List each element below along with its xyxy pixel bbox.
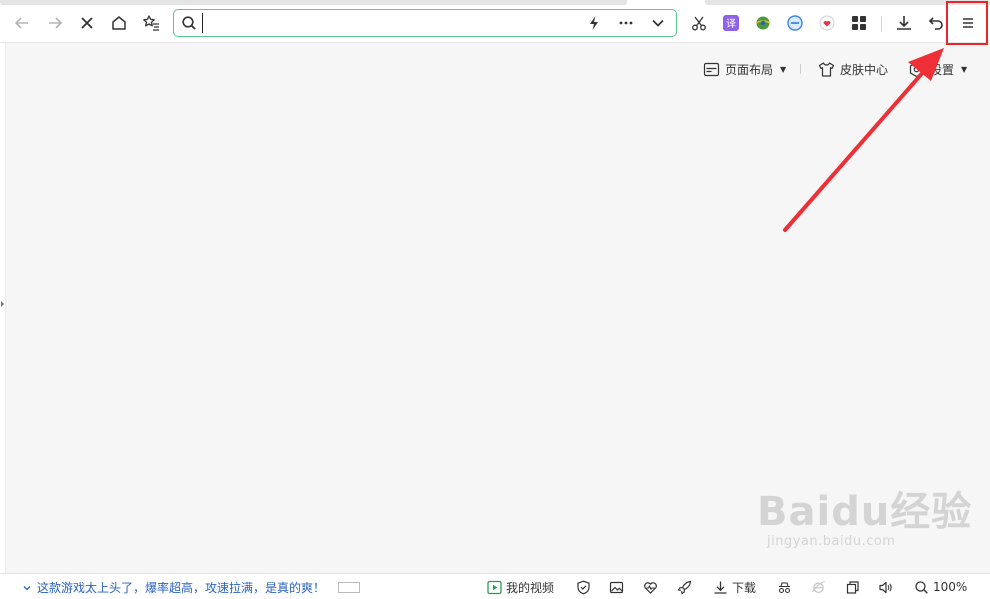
skin-center-link[interactable]: 皮肤中心 bbox=[818, 58, 888, 80]
health-button[interactable] bbox=[643, 578, 658, 596]
news-text[interactable]: 这款游戏太上头了，爆率超高，攻速拉满，是真的爽！ bbox=[37, 579, 325, 596]
security-button[interactable] bbox=[576, 578, 591, 596]
browser-toolbar: 译 bbox=[0, 5, 990, 43]
page-layout-menu[interactable]: 页面布局 ▼ bbox=[703, 58, 786, 80]
apps-button[interactable] bbox=[845, 9, 873, 37]
settings-label: 设置 bbox=[930, 62, 955, 77]
download-button[interactable] bbox=[890, 9, 918, 37]
heartbeat-icon bbox=[644, 581, 657, 594]
address-bar[interactable] bbox=[173, 9, 677, 37]
shield-icon bbox=[577, 580, 590, 594]
zoom-label: 100% bbox=[933, 580, 968, 594]
incognito-button[interactable] bbox=[777, 578, 792, 596]
main-menu-button[interactable] bbox=[954, 9, 982, 37]
back-arrow-icon bbox=[14, 17, 28, 29]
skin-label: 皮肤中心 bbox=[840, 62, 889, 77]
watermark-logo: Baidu经验 bbox=[757, 489, 973, 535]
zoom-icon bbox=[915, 580, 928, 594]
download-icon bbox=[897, 16, 911, 30]
tshirt-icon bbox=[818, 61, 835, 77]
search-icon bbox=[182, 16, 196, 30]
star-list-icon bbox=[143, 15, 159, 31]
more-dots-icon[interactable] bbox=[618, 15, 634, 31]
extension-button[interactable] bbox=[749, 9, 777, 37]
ie-logo-icon bbox=[812, 580, 825, 593]
watermark-url: jingyan.baidu.com bbox=[767, 534, 896, 549]
screenshot-button[interactable] bbox=[685, 9, 713, 37]
forward-arrow-icon bbox=[49, 17, 63, 29]
download-manager-button[interactable]: 下载 bbox=[713, 578, 756, 596]
news-ticker[interactable]: 这款游戏太上头了，爆率超高，攻速拉满，是真的爽！ bbox=[22, 579, 361, 596]
toolbar-divider bbox=[881, 16, 882, 32]
grid-icon bbox=[852, 16, 866, 30]
forward-button[interactable] bbox=[41, 9, 69, 37]
image-button[interactable] bbox=[609, 578, 624, 596]
layout-icon bbox=[703, 62, 720, 76]
incognito-glasses-icon bbox=[778, 581, 791, 593]
address-input[interactable] bbox=[202, 13, 582, 33]
hamburger-menu-icon bbox=[963, 18, 973, 28]
home-icon bbox=[112, 16, 126, 30]
image-icon bbox=[609, 581, 624, 593]
baidu-watermark: Baidu经验 jingyan.baidu.com bbox=[757, 490, 972, 549]
undo-button[interactable] bbox=[922, 9, 950, 37]
globe-extension-icon bbox=[755, 16, 771, 30]
ad-tag-icon bbox=[338, 582, 361, 593]
back-button[interactable] bbox=[8, 9, 36, 37]
video-play-icon bbox=[487, 580, 502, 594]
download-icon bbox=[714, 581, 727, 594]
window-restore-icon bbox=[846, 580, 859, 594]
caret-down-icon: ▼ bbox=[780, 64, 787, 74]
download-label: 下载 bbox=[732, 580, 757, 595]
speaker-icon bbox=[879, 581, 892, 593]
status-bar: 这款游戏太上头了，爆率超高，攻速拉满，是真的爽！ 我的视频 下载 100% bbox=[0, 573, 990, 599]
lightning-icon[interactable] bbox=[586, 15, 602, 31]
svg-text:译: 译 bbox=[726, 18, 736, 30]
heart-badge-icon bbox=[819, 15, 835, 31]
annotation-arrow bbox=[783, 48, 944, 232]
my-video-label: 我的视频 bbox=[506, 580, 555, 595]
undo-icon bbox=[928, 17, 943, 30]
window-button[interactable] bbox=[845, 578, 860, 596]
rocket-icon bbox=[677, 580, 692, 594]
close-icon bbox=[81, 17, 93, 29]
my-video-button[interactable]: 我的视频 bbox=[487, 578, 554, 596]
ie-mode-button[interactable] bbox=[811, 578, 826, 596]
stop-button[interactable] bbox=[73, 9, 101, 37]
translate-icon: 译 bbox=[723, 15, 739, 31]
translate-button[interactable]: 译 bbox=[717, 9, 745, 37]
chevron-down-icon[interactable] bbox=[650, 15, 666, 31]
caret-down-icon: ▼ bbox=[961, 64, 968, 74]
divider bbox=[800, 64, 801, 74]
favorites-button[interactable] bbox=[137, 9, 165, 37]
home-button[interactable] bbox=[105, 9, 133, 37]
scissors-icon bbox=[692, 16, 706, 31]
settings-hexagon-icon bbox=[909, 61, 924, 77]
volume-button[interactable] bbox=[878, 578, 893, 596]
sidebar-expand-handle[interactable] bbox=[1, 301, 4, 307]
zoom-button[interactable]: 100% bbox=[914, 578, 967, 596]
block-icon bbox=[787, 15, 803, 31]
favorite-ext-button[interactable] bbox=[813, 9, 841, 37]
chevron-down-icon[interactable] bbox=[22, 583, 32, 593]
layout-label: 页面布局 bbox=[725, 62, 774, 77]
sidebar-edge[interactable] bbox=[0, 43, 6, 573]
adblock-button[interactable] bbox=[781, 9, 809, 37]
accelerate-button[interactable] bbox=[677, 578, 692, 596]
settings-menu[interactable]: 设置 ▼ bbox=[908, 58, 967, 80]
